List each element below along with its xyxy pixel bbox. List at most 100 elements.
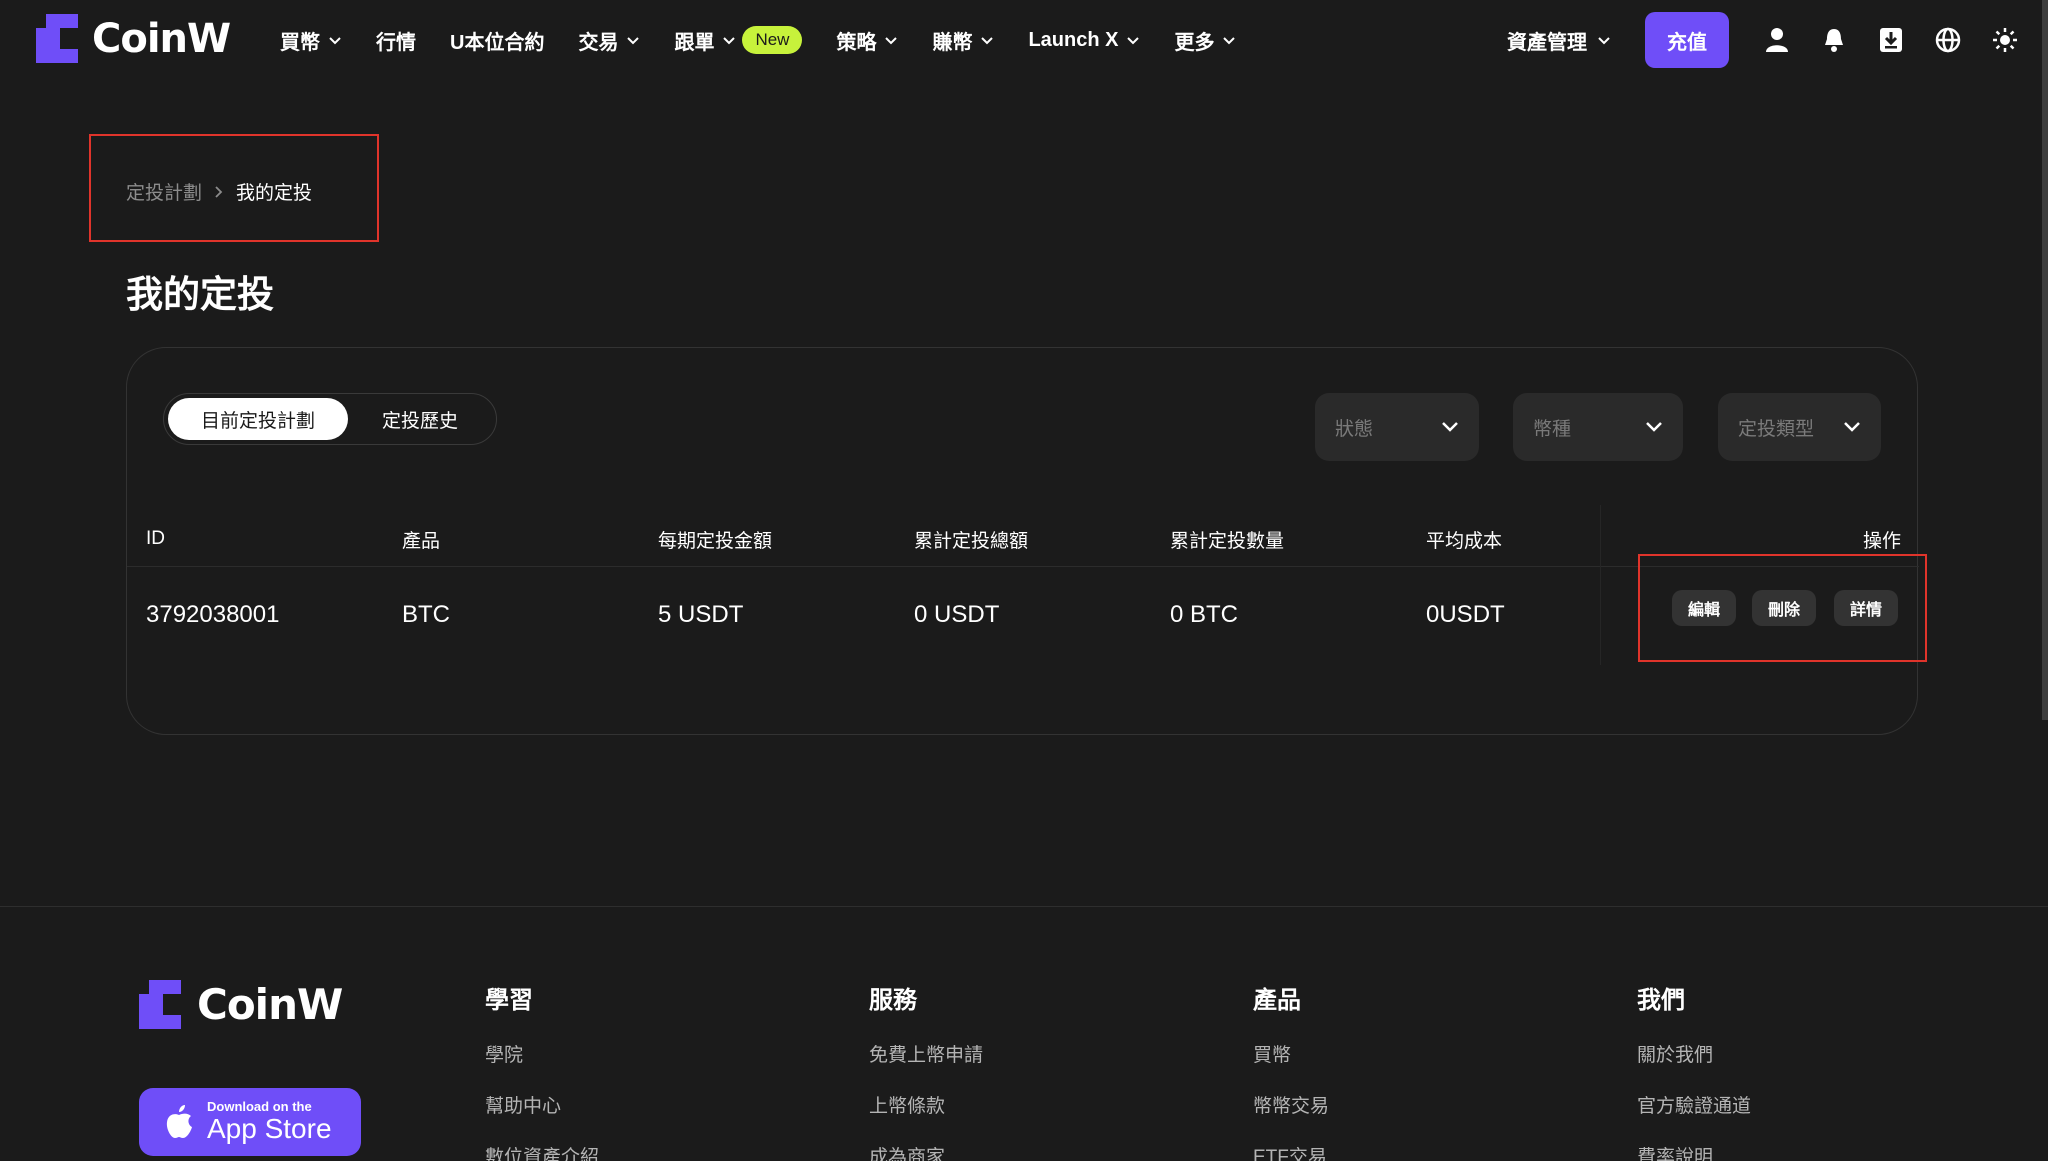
footer-col-learn: 學習 學院 幫助中心 數位資產介紹 — [485, 980, 599, 1161]
main-menu: 買幣 行情 U本位合約 交易 跟單 New 策略 賺幣 Launch X 更多 — [280, 0, 1270, 80]
chevron-down-icon — [1127, 37, 1140, 45]
top-navigation: CoinW 買幣 行情 U本位合約 交易 跟單 New 策略 賺幣 Launch… — [0, 0, 2048, 80]
edit-button[interactable]: 編輯 — [1672, 590, 1736, 626]
nav-earn-label: 賺幣 — [932, 31, 973, 54]
nav-trade[interactable]: 交易 — [578, 26, 640, 55]
nav-launch-x[interactable]: Launch X — [1028, 29, 1140, 52]
nav-launch-x-label: Launch X — [1028, 28, 1119, 51]
nav-usdt-futures-label: U本位合約 — [450, 31, 545, 54]
cell-avg-cost: 0USDT — [1426, 601, 1505, 628]
cell-product: BTC — [402, 601, 450, 628]
footer-logo[interactable]: CoinW — [139, 980, 343, 1029]
app-store-small-text: Download on the — [207, 1099, 312, 1114]
tab-current-plans[interactable]: 目前定投計劃 — [168, 398, 348, 440]
col-header-amount-per-period: 每期定投金額 — [658, 530, 773, 552]
footer-divider — [0, 906, 2048, 907]
footer-link[interactable]: 費率說明 — [1637, 1147, 1751, 1161]
footer-link[interactable]: 幫助中心 — [485, 1096, 599, 1147]
plan-tabs: 目前定投計劃 定投歷史 — [163, 393, 497, 445]
status-filter-select[interactable]: 狀態 — [1315, 393, 1479, 461]
chevron-down-icon — [723, 37, 736, 45]
footer-link[interactable]: 學院 — [485, 1045, 599, 1096]
chevron-down-icon — [329, 37, 341, 45]
nav-usdt-futures[interactable]: U本位合約 — [450, 26, 544, 55]
footer-col-title: 學習 — [485, 987, 533, 1014]
status-filter-placeholder: 狀態 — [1335, 418, 1374, 440]
delete-button[interactable]: 刪除 — [1752, 590, 1816, 626]
plans-card: 目前定投計劃 定投歷史 狀態 幣種 定投類型 ID 產品 每期定投金額 累計定投… — [126, 347, 1919, 735]
coinw-logo[interactable]: CoinW — [36, 14, 231, 63]
footer-link[interactable]: 成為商家 — [869, 1147, 983, 1161]
new-badge: New — [742, 26, 803, 54]
asset-management-menu[interactable]: 資產管理 — [1507, 26, 1611, 55]
nav-more-label: 更多 — [1174, 31, 1215, 54]
nav-earn[interactable]: 賺幣 — [932, 26, 994, 55]
footer-link[interactable]: 關於我們 — [1637, 1045, 1751, 1096]
breadcrumb-parent-link[interactable]: 定投計劃 — [126, 178, 202, 205]
sun-icon[interactable] — [1991, 26, 2019, 54]
breadcrumb-current: 我的定投 — [236, 183, 313, 204]
col-header-total-invested: 累計定投總額 — [914, 530, 1029, 552]
chevron-down-icon — [627, 37, 640, 45]
footer-link[interactable]: 上幣條款 — [869, 1096, 983, 1147]
footer-col-products: 產品 買幣 幣幣交易 ETF交易 — [1253, 980, 1329, 1161]
footer-link[interactable]: 數位資產介紹 — [485, 1147, 599, 1161]
coin-filter-select[interactable]: 幣種 — [1513, 393, 1683, 461]
nav-trade-label: 交易 — [578, 31, 619, 54]
nav-strategy[interactable]: 策略 — [836, 26, 898, 55]
footer-col-title: 服務 — [869, 987, 917, 1014]
page-title: 我的定投 — [126, 274, 274, 315]
cell-total-quantity: 0 BTC — [1170, 601, 1239, 628]
page-scrollbar[interactable] — [2042, 0, 2048, 720]
chevron-down-icon — [885, 37, 898, 45]
asset-management-label: 資產管理 — [1507, 31, 1587, 54]
chevron-down-icon — [1646, 422, 1662, 432]
globe-icon[interactable] — [1934, 26, 1962, 54]
footer-link[interactable]: 幣幣交易 — [1253, 1096, 1329, 1147]
breadcrumb: 定投計劃 我的定投 — [126, 178, 312, 205]
nav-copy-trading-label: 跟單 — [674, 31, 715, 54]
footer-link[interactable]: ETF交易 — [1253, 1147, 1329, 1161]
footer-link[interactable]: 官方驗證通道 — [1637, 1096, 1751, 1147]
col-header-total-quantity: 累計定投數量 — [1170, 530, 1285, 552]
brand-name: CoinW — [92, 15, 231, 62]
apple-icon — [166, 1105, 192, 1138]
footer-col-title: 產品 — [1253, 987, 1301, 1014]
nav-strategy-label: 策略 — [836, 31, 877, 54]
footer-col-services: 服務 免費上幣申請 上幣條款 成為商家 — [869, 980, 983, 1161]
coinw-logo-icon — [36, 14, 78, 63]
nav-markets[interactable]: 行情 — [376, 26, 416, 55]
cell-id: 3792038001 — [146, 601, 280, 628]
footer-col-title: 我們 — [1637, 987, 1685, 1014]
cell-amount-per-period: 5 USDT — [658, 601, 744, 628]
col-header-id: ID — [146, 528, 165, 549]
bell-icon[interactable] — [1820, 26, 1848, 54]
chevron-down-icon — [1223, 37, 1236, 45]
nav-more[interactable]: 更多 — [1174, 26, 1236, 55]
nav-buy-crypto-label: 買幣 — [280, 31, 320, 54]
details-button[interactable]: 詳情 — [1834, 590, 1898, 626]
col-header-avg-cost: 平均成本 — [1426, 530, 1503, 552]
footer-link[interactable]: 免費上幣申請 — [869, 1045, 983, 1096]
nav-buy-crypto[interactable]: 買幣 — [280, 26, 342, 55]
download-icon[interactable] — [1877, 26, 1905, 54]
nav-markets-label: 行情 — [376, 31, 416, 54]
footer-col-about: 我們 關於我們 官方驗證通道 費率說明 — [1637, 980, 1751, 1161]
app-store-big-text: App Store — [207, 1113, 332, 1144]
type-filter-placeholder: 定投類型 — [1738, 418, 1815, 440]
actions-column-divider — [1600, 505, 1601, 665]
user-icon[interactable] — [1763, 26, 1791, 54]
coinw-logo-icon — [139, 980, 181, 1029]
chevron-down-icon — [1598, 37, 1610, 45]
nav-copy-trading[interactable]: 跟單 New — [674, 26, 803, 55]
chevron-down-icon — [981, 37, 994, 45]
chevron-down-icon — [1442, 422, 1458, 432]
app-store-button[interactable]: Download on the App Store — [139, 1088, 361, 1156]
col-header-product: 產品 — [402, 530, 441, 552]
cell-total-invested: 0 USDT — [914, 601, 1000, 628]
chevron-right-icon — [215, 185, 223, 198]
deposit-button[interactable]: 充值 — [1645, 12, 1729, 68]
footer-link[interactable]: 買幣 — [1253, 1045, 1329, 1096]
type-filter-select[interactable]: 定投類型 — [1718, 393, 1881, 461]
tab-plan-history[interactable]: 定投歷史 — [348, 398, 492, 440]
